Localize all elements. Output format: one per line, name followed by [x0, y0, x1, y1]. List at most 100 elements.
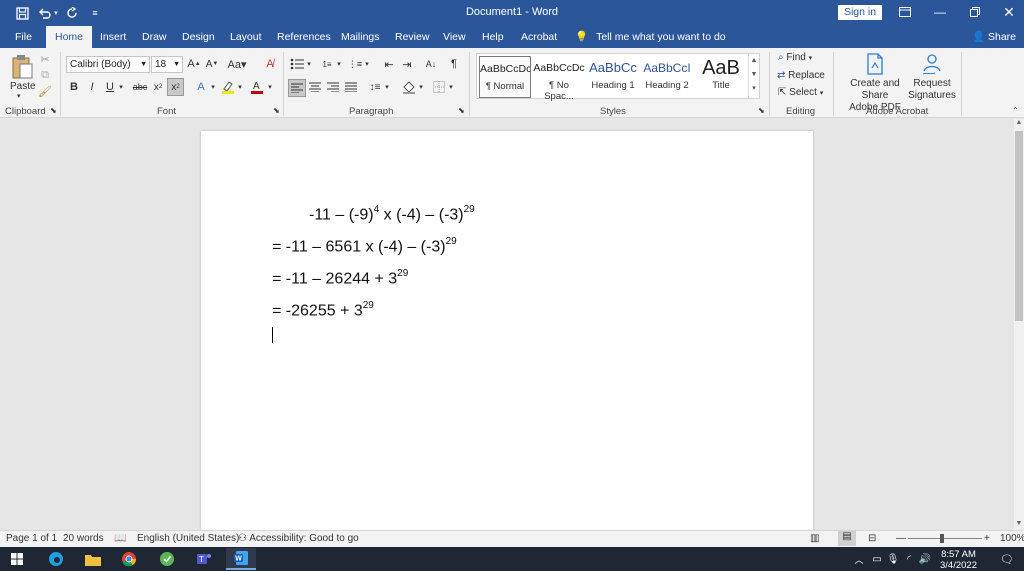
paste-label[interactable]: Paste — [10, 81, 36, 92]
shading-dropdown-icon[interactable]: ▾ — [417, 79, 425, 95]
justify-icon[interactable] — [343, 79, 359, 95]
page-count[interactable]: Page 1 of 1 — [6, 533, 57, 544]
zoom-slider[interactable] — [908, 538, 982, 539]
style-no-spacing[interactable]: AaBbCcDc ¶ No Spac... — [533, 56, 585, 102]
share-button[interactable]: 👤 Share — [972, 26, 1016, 48]
edge-icon[interactable] — [45, 549, 67, 569]
zoom-out-icon[interactable]: — — [896, 533, 906, 544]
font-color-dropdown-icon[interactable]: ▾ — [266, 79, 274, 95]
document-page[interactable]: -11 – (-9)4 x (-4) – (-3)29 = -11 – 6561… — [201, 131, 813, 530]
word-count[interactable]: 20 words — [63, 533, 104, 544]
document-canvas[interactable]: -11 – (-9)4 x (-4) – (-3)29 = -11 – 6561… — [0, 119, 1014, 530]
collapse-ribbon-icon[interactable]: ⌃ — [1012, 106, 1019, 115]
font-launcher-icon[interactable]: ⬊ — [273, 106, 280, 115]
ribbon-display-options-icon[interactable] — [890, 2, 920, 22]
change-case-icon[interactable]: Aa▾ — [227, 56, 247, 72]
tab-mailings[interactable]: Mailings — [341, 26, 380, 48]
decrease-indent-icon[interactable]: ⇤ — [381, 56, 397, 72]
tell-me-search[interactable]: 💡 Tell me what you want to do — [575, 26, 726, 48]
italic-icon[interactable]: I — [85, 79, 99, 95]
multilevel-dropdown-icon[interactable]: ▾ — [363, 56, 371, 72]
borders-icon[interactable] — [431, 79, 447, 95]
zoom-slider-thumb[interactable] — [940, 534, 944, 543]
tab-home[interactable]: Home — [46, 26, 93, 48]
highlight-icon[interactable] — [220, 79, 236, 95]
tab-file[interactable]: File — [15, 26, 32, 48]
equation-line-1[interactable]: -11 – (-9)4 x (-4) – (-3)29 — [309, 204, 475, 224]
request-signatures-button[interactable]: Request Signatures — [906, 78, 958, 102]
bullets-icon[interactable] — [289, 56, 305, 72]
bold-icon[interactable]: B — [67, 79, 81, 95]
find-button[interactable]: ⌕ Find ▾ — [778, 52, 812, 63]
show-formatting-icon[interactable]: ¶ — [446, 56, 462, 72]
numbering-dropdown-icon[interactable]: ▾ — [335, 56, 343, 72]
shading-icon[interactable] — [401, 79, 417, 95]
minimize-icon[interactable]: — — [925, 2, 955, 22]
replace-button[interactable]: ⇄ Replace — [777, 70, 825, 81]
font-size-box[interactable]: 18 ▼ — [151, 56, 183, 73]
paste-icon[interactable] — [8, 52, 36, 82]
close-icon[interactable]: ✕ — [994, 2, 1024, 22]
proofing-icon[interactable]: 📖 — [114, 533, 126, 544]
print-layout-icon[interactable]: ▤ — [838, 531, 856, 546]
numbering-icon[interactable]: 1≡ — [319, 56, 335, 72]
tab-review[interactable]: Review — [395, 26, 429, 48]
paste-dropdown-icon[interactable]: ▾ — [17, 92, 21, 100]
line-spacing-icon[interactable]: ↕≡ — [367, 79, 383, 95]
equation-line-3[interactable]: = -11 – 26244 + 329 — [272, 268, 408, 288]
clipboard-launcher-icon[interactable]: ⬊ — [50, 106, 57, 115]
web-layout-icon[interactable]: ⊟ — [868, 533, 876, 544]
text-effects-icon[interactable]: A — [193, 79, 209, 95]
copy-icon[interactable]: ⧉ — [38, 68, 52, 82]
teams-icon[interactable]: T — [193, 549, 215, 569]
volume-icon[interactable]: 🔊 — [914, 549, 936, 569]
increase-indent-icon[interactable]: ⇥ — [399, 56, 415, 72]
request-signatures-icon[interactable] — [920, 52, 944, 76]
sign-in-button[interactable]: Sign in — [838, 5, 882, 20]
tab-view[interactable]: View — [443, 26, 466, 48]
app-icon[interactable] — [156, 549, 178, 569]
style-title[interactable]: AaB Title — [695, 56, 747, 98]
underline-icon[interactable]: U — [103, 79, 117, 95]
format-painter-icon[interactable]: 🖌 — [38, 84, 52, 98]
cut-icon[interactable]: ✂ — [38, 52, 52, 66]
tab-references[interactable]: References — [277, 26, 331, 48]
tab-design[interactable]: Design — [182, 26, 215, 48]
style-normal[interactable]: AaBbCcDc ¶ Normal — [479, 56, 531, 98]
tab-layout[interactable]: Layout — [230, 26, 262, 48]
align-center-icon[interactable] — [307, 79, 323, 95]
strikethrough-icon[interactable]: abc — [132, 79, 148, 95]
scroll-thumb[interactable] — [1015, 131, 1023, 321]
text-effects-dropdown-icon[interactable]: ▾ — [209, 79, 217, 95]
align-right-icon[interactable] — [325, 79, 341, 95]
shrink-font-icon[interactable]: A ▼ — [205, 56, 219, 72]
scroll-down-icon[interactable]: ▼ — [1014, 520, 1024, 530]
highlight-dropdown-icon[interactable]: ▾ — [236, 79, 244, 95]
tab-acrobat[interactable]: Acrobat — [521, 26, 557, 48]
borders-dropdown-icon[interactable]: ▾ — [447, 79, 455, 95]
create-pdf-icon[interactable] — [864, 52, 886, 76]
style-heading-2[interactable]: AaBbCcI Heading 2 — [641, 56, 693, 98]
clock[interactable]: 8:57 AM 3/4/2022 — [940, 549, 977, 571]
zoom-level[interactable]: 100% — [1000, 533, 1024, 544]
tab-insert[interactable]: Insert — [100, 26, 126, 48]
paragraph-launcher-icon[interactable]: ⬊ — [458, 106, 465, 115]
font-name-box[interactable]: Calibri (Body) ▼ — [66, 56, 150, 73]
styles-scroll[interactable]: ▲ ▼ ▾ — [748, 54, 759, 98]
superscript-icon[interactable]: x2 — [167, 78, 184, 96]
clear-formatting-icon[interactable]: A̸ — [262, 56, 278, 72]
styles-launcher-icon[interactable]: ⬊ — [758, 106, 765, 115]
word-taskbar-icon[interactable]: W — [226, 548, 256, 570]
equation-line-4[interactable]: = -26255 + 329 — [272, 300, 374, 320]
file-explorer-icon[interactable] — [82, 549, 104, 569]
select-button[interactable]: ⇱ Select ▾ — [778, 87, 823, 98]
zoom-in-icon[interactable]: + — [984, 533, 990, 544]
underline-dropdown-icon[interactable]: ▾ — [117, 79, 125, 95]
notifications-icon[interactable]: 🗨 — [996, 549, 1018, 569]
maximize-icon[interactable] — [960, 2, 990, 22]
tab-draw[interactable]: Draw — [142, 26, 167, 48]
style-heading-1[interactable]: AaBbCc Heading 1 — [587, 56, 639, 98]
multilevel-list-icon[interactable]: ⋮≡ — [347, 56, 363, 72]
subscript-icon[interactable]: x2 — [150, 79, 166, 95]
sort-icon[interactable]: A↓ — [423, 56, 439, 72]
